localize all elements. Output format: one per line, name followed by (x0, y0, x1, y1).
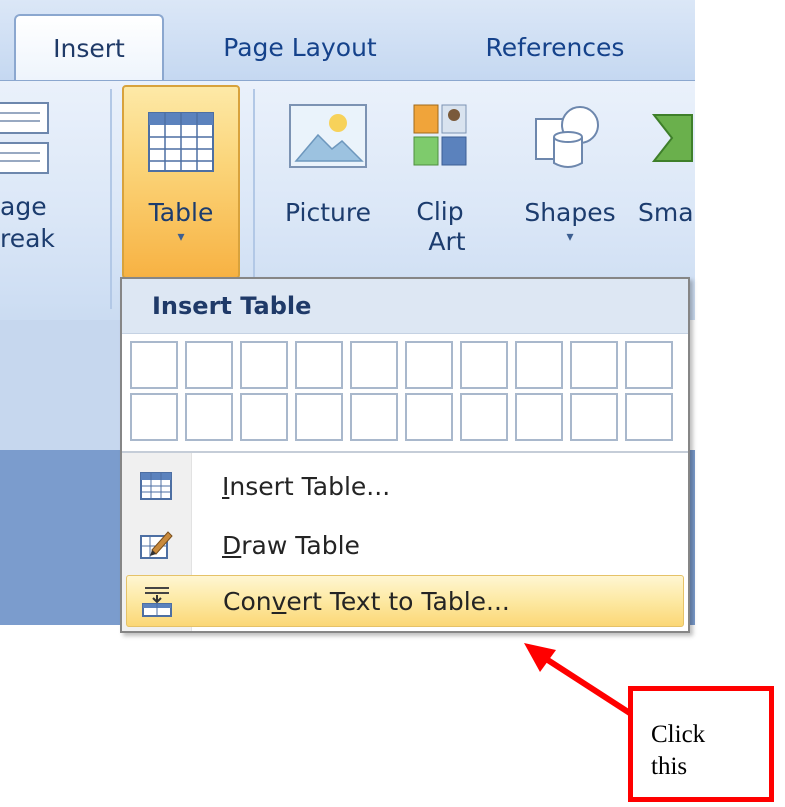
grid-cell[interactable] (295, 341, 343, 389)
screenshot: Insert Page Layout References age reak T… (0, 0, 785, 807)
shapes-button[interactable]: Shapes ▾ (510, 101, 630, 245)
smartart-button[interactable]: Sma (632, 101, 702, 229)
menu-item-text: nsert Table... (229, 471, 391, 501)
group-separator (253, 89, 255, 309)
menu-item-text: Con (223, 586, 272, 616)
menu-item-insert-table[interactable]: Insert Table... (126, 460, 684, 512)
grid-cell[interactable] (240, 341, 288, 389)
picture-icon (286, 101, 370, 171)
smartart-icon (632, 101, 702, 171)
smartart-label: Sma (638, 198, 694, 227)
picture-label: Picture (285, 198, 371, 227)
grid-cell[interactable] (625, 393, 673, 441)
callout-text-line1: Click (651, 721, 706, 748)
grid-cell[interactable] (405, 341, 453, 389)
grid-cell[interactable] (460, 393, 508, 441)
grid-cell[interactable] (570, 393, 618, 441)
ribbon-tab-bar: Insert Page Layout References (0, 0, 695, 80)
convert-text-icon (139, 584, 175, 618)
callout-text-line2: this (651, 753, 688, 780)
chevron-down-icon: ▾ (177, 229, 185, 245)
clip-art-label-line1: Clip (416, 197, 464, 226)
accelerator-key: v (271, 586, 287, 616)
grid-cell[interactable] (295, 393, 343, 441)
document-background (690, 450, 695, 625)
menu-item-label: Draw Table (222, 531, 360, 560)
insert-table-dropdown: Insert Table Insert Table... Draw Table … (120, 277, 690, 633)
grid-cell[interactable] (405, 393, 453, 441)
grid-cell[interactable] (350, 341, 398, 389)
grid-cell[interactable] (515, 393, 563, 441)
dropdown-header: Insert Table (122, 279, 688, 334)
group-separator (110, 89, 112, 309)
menu-item-text: ert Text to Table... (286, 586, 510, 616)
grid-cell[interactable] (515, 341, 563, 389)
menu-item-convert-text-to-table[interactable]: Convert Text to Table... (126, 575, 684, 627)
menu-item-label: Insert Table... (222, 472, 390, 501)
insert-table-icon (138, 469, 174, 503)
table-icon (145, 109, 217, 175)
table-button[interactable]: Table ▾ (122, 85, 240, 279)
clip-art-label-line2: Art (428, 227, 466, 256)
clip-art-icon (410, 101, 470, 171)
grid-cell[interactable] (130, 341, 178, 389)
tab-page-layout[interactable]: Page Layout (195, 14, 405, 80)
ribbon-lower-band (0, 320, 120, 450)
menu-item-label: Convert Text to Table... (223, 587, 510, 616)
page-break-label-line2: reak (0, 224, 55, 253)
grid-cell[interactable] (240, 393, 288, 441)
tab-references[interactable]: References (460, 14, 650, 80)
chevron-down-icon: ▾ (566, 229, 574, 245)
grid-cell[interactable] (350, 393, 398, 441)
menu-item-draw-table[interactable]: Draw Table (126, 519, 684, 571)
page-break-icon (0, 99, 56, 179)
tab-insert[interactable]: Insert (14, 14, 164, 80)
table-button-label: Table (148, 198, 214, 227)
draw-table-icon (138, 528, 174, 562)
clip-art-button[interactable]: Clip Art (400, 101, 480, 257)
document-background (0, 450, 120, 625)
accelerator-key: D (222, 530, 242, 560)
menu-separator (122, 451, 688, 453)
grid-cell[interactable] (130, 393, 178, 441)
grid-cell[interactable] (570, 341, 618, 389)
grid-cell[interactable] (185, 393, 233, 441)
shapes-icon (530, 101, 610, 171)
page-break-button[interactable]: age reak (0, 99, 100, 255)
annotation-callout: Click this (628, 686, 774, 802)
grid-cell[interactable] (460, 341, 508, 389)
shapes-label: Shapes (524, 198, 616, 227)
grid-cell[interactable] (185, 341, 233, 389)
menu-item-text: raw Table (241, 530, 360, 560)
page-break-label-line1: age (0, 192, 47, 221)
picture-button[interactable]: Picture (268, 101, 388, 229)
grid-cell[interactable] (625, 341, 673, 389)
